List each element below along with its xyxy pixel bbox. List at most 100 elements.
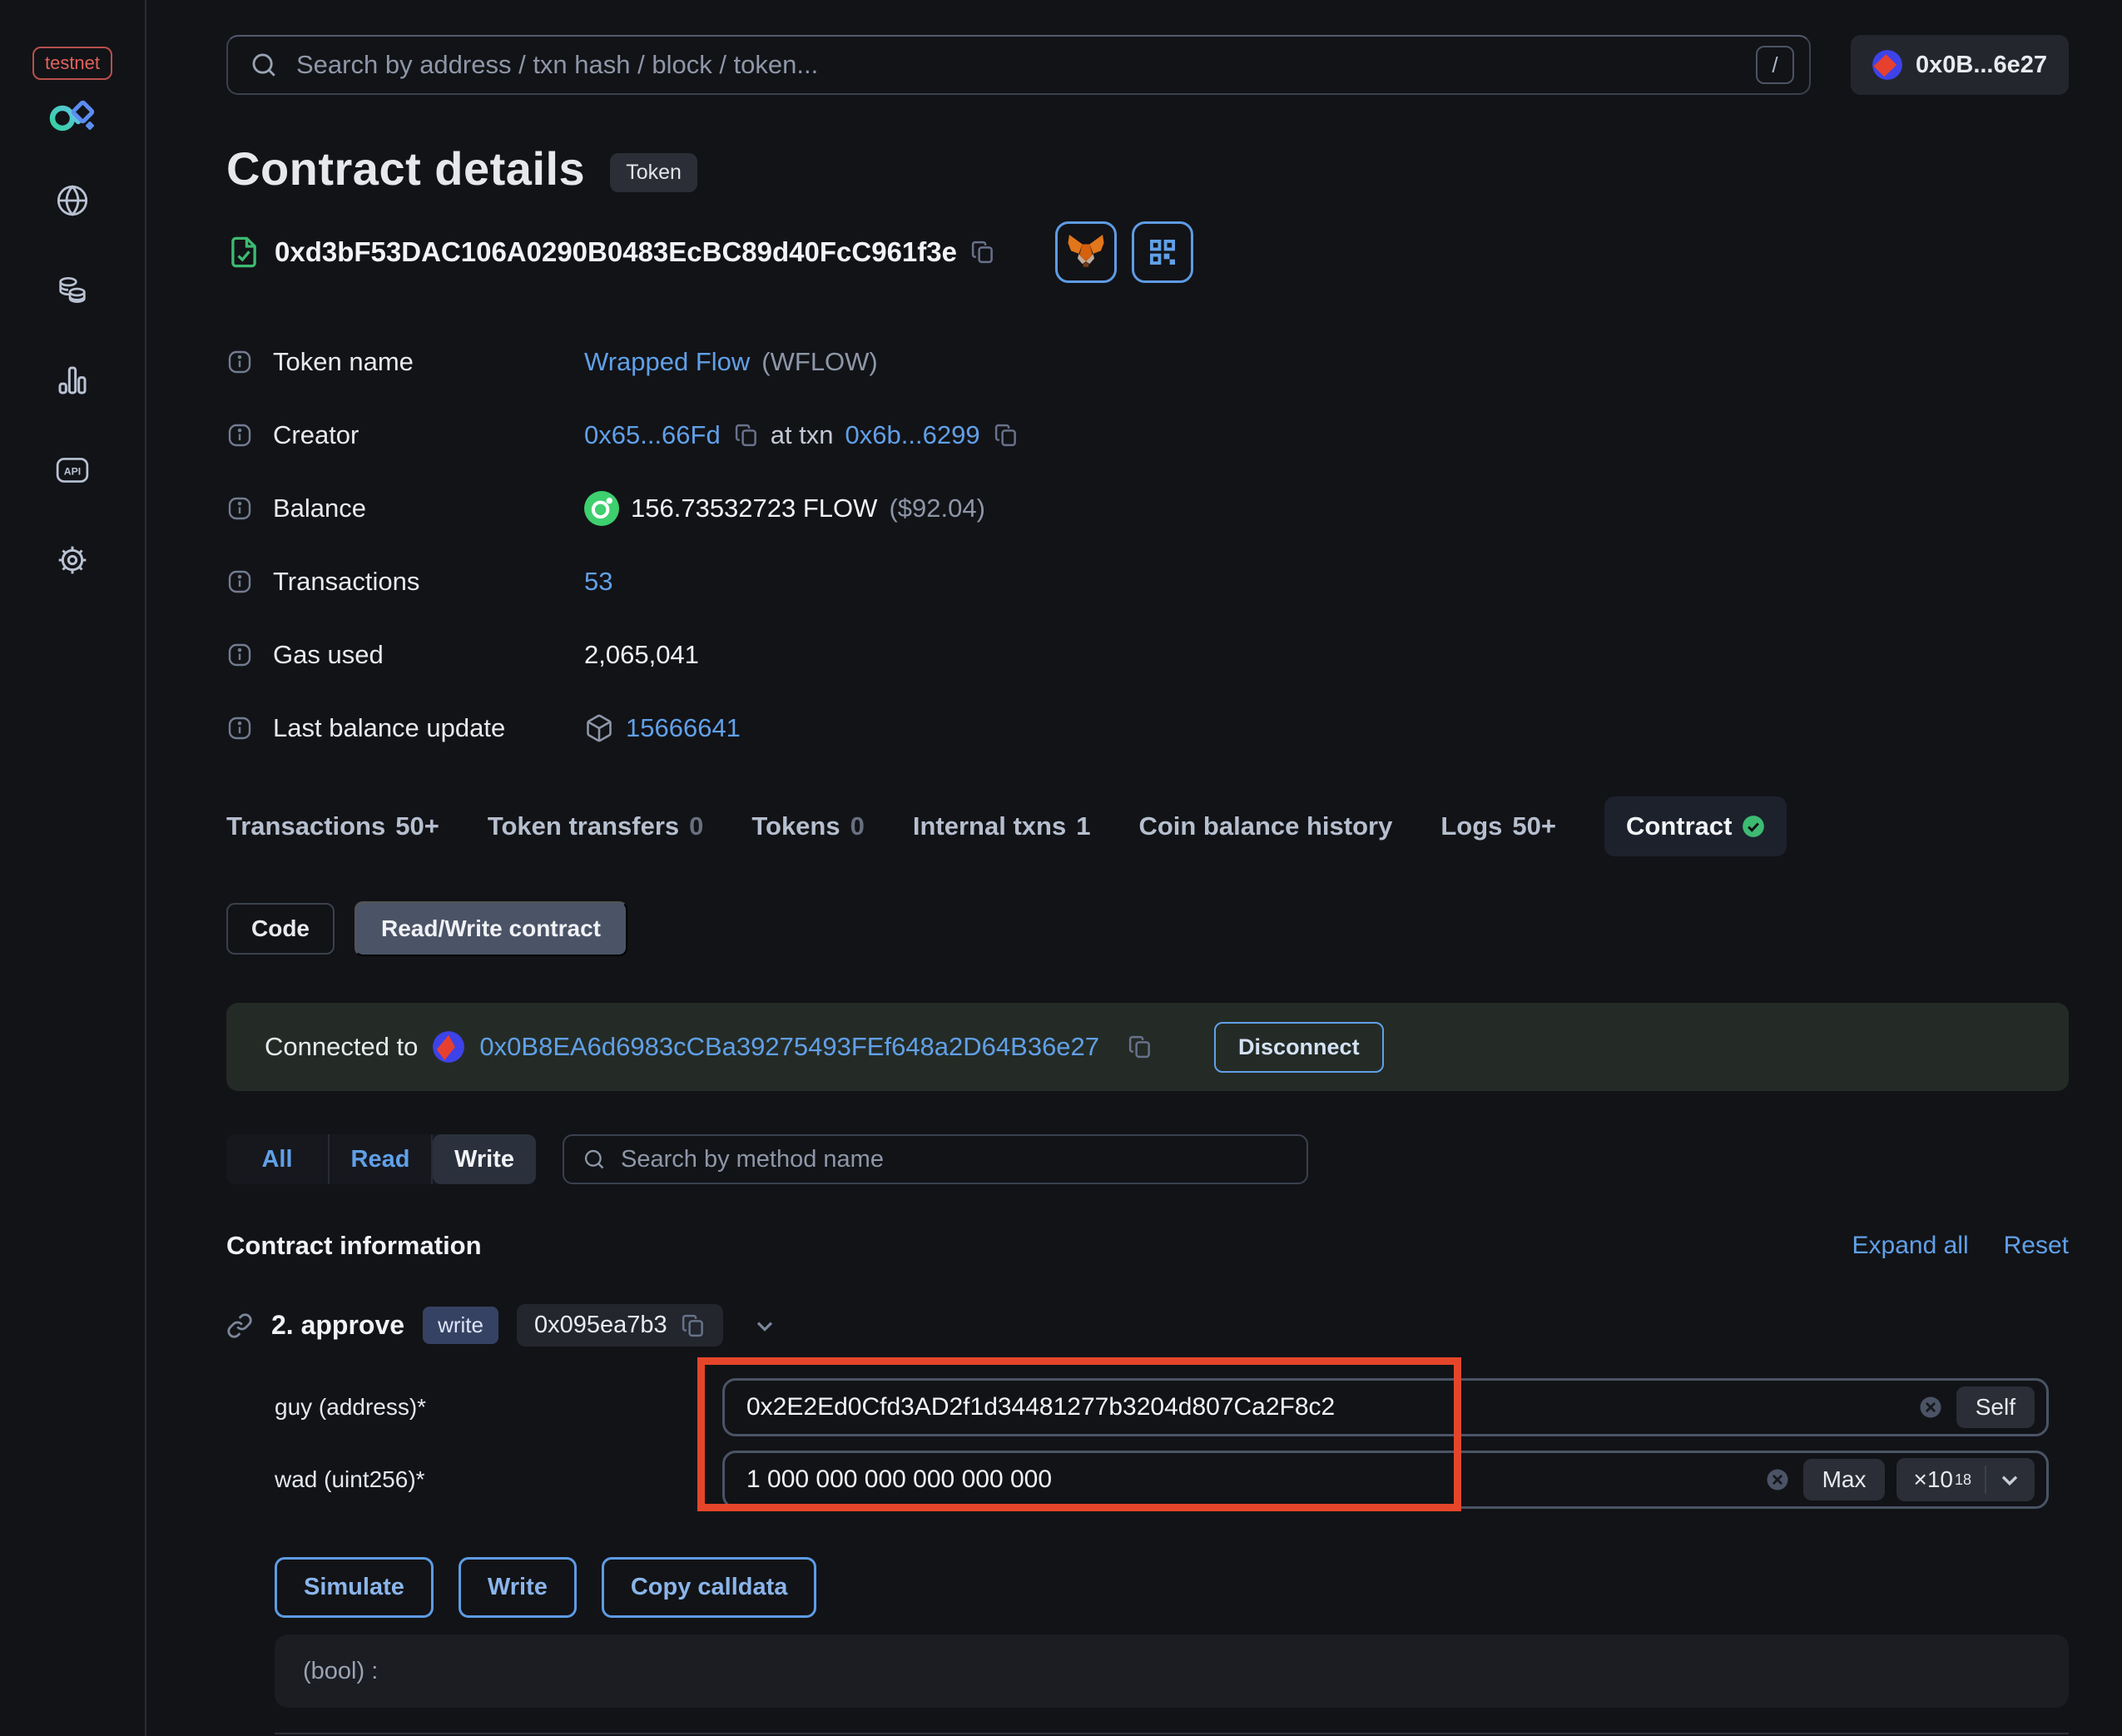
tab-coin-balance-history[interactable]: Coin balance history <box>1138 811 1392 841</box>
method-filter-row: All Read Write <box>226 1134 2069 1184</box>
filter-write[interactable]: Write <box>433 1134 536 1184</box>
anchor-link-icon[interactable] <box>226 1312 253 1339</box>
blockchain-icon[interactable] <box>55 183 90 218</box>
info-row-gas-used: Gas used 2,065,041 <box>226 635 2069 675</box>
block-cube-icon <box>584 713 614 743</box>
field-input-guy-box: Self <box>722 1378 2049 1436</box>
info-icon[interactable] <box>226 349 253 375</box>
title-row: Contract details Token <box>226 141 2069 196</box>
copy-address-icon[interactable] <box>970 240 995 265</box>
info-row-balance: Balance 156.73532723 FLOW ($92.04) <box>226 489 2069 528</box>
tab-transactions[interactable]: Transactions 50+ <box>226 811 439 841</box>
api-icon[interactable]: API <box>55 453 90 488</box>
tab-logs[interactable]: Logs 50+ <box>1440 811 1556 841</box>
copy-calldata-button[interactable]: Copy calldata <box>601 1557 817 1618</box>
tab-contract[interactable]: Contract <box>1604 796 1787 856</box>
info-row-creator: Creator 0x65...66Fd at txn 0x6b...6299 <box>226 415 2069 455</box>
simulate-button[interactable]: Simulate <box>275 1557 434 1618</box>
method-search[interactable] <box>563 1134 1308 1184</box>
clear-input-icon[interactable] <box>1918 1395 1943 1420</box>
main-content: / 0x0B...6e27 Contract details Token 0xd… <box>146 0 2122 1736</box>
copy-txn-icon[interactable] <box>994 423 1019 448</box>
method-output: (bool) : <box>275 1634 2069 1708</box>
method-selector-pill: 0x095ea7b3 <box>516 1304 723 1347</box>
block-number-link[interactable]: 15666641 <box>626 713 741 743</box>
connected-address[interactable]: 0x0B8EA6d6983cCBa39275493FEf648a2D64B36e… <box>479 1032 1099 1062</box>
method-actions: Simulate Write Copy calldata <box>275 1557 2069 1618</box>
contract-address-row: 0xd3bF53DAC106A0290B0483EcBC89d40FcC961f… <box>226 221 2069 284</box>
connected-banner: Connected to 0x0B8EA6d6983cCBa39275493FE… <box>226 1003 2069 1091</box>
copy-selector-icon[interactable] <box>681 1313 706 1338</box>
section-divider <box>275 1733 2069 1734</box>
account-button[interactable]: 0x0B...6e27 <box>1850 35 2069 95</box>
method-search-input[interactable] <box>621 1145 1288 1173</box>
tokens-icon[interactable] <box>55 273 90 308</box>
balance-usd: ($92.04) <box>889 494 985 523</box>
field-label-guy: guy (address)* <box>275 1394 427 1420</box>
filter-all[interactable]: All <box>226 1134 330 1184</box>
subtab-read-write[interactable]: Read/Write contract <box>354 901 627 956</box>
copy-creator-icon[interactable] <box>734 423 759 448</box>
contract-subtabs: Code Read/Write contract <box>226 901 2069 956</box>
info-icon[interactable] <box>226 642 253 668</box>
metamask-fox-icon <box>1068 234 1104 267</box>
global-search[interactable]: / <box>226 35 1811 95</box>
contract-type-badge: Token <box>610 153 697 192</box>
connected-avatar <box>433 1031 465 1063</box>
info-icon[interactable] <box>226 715 253 742</box>
app-logo-icon[interactable] <box>48 98 97 136</box>
info-icon[interactable] <box>226 422 253 449</box>
sidebar-nav: API <box>55 183 90 578</box>
sidebar: testnet API <box>0 0 146 1736</box>
multiplier-dropdown[interactable]: ×10 18 <box>1896 1458 2035 1501</box>
field-row-guy: guy (address)* Self <box>275 1378 2069 1436</box>
transactions-count-link[interactable]: 53 <box>584 567 612 597</box>
max-button[interactable]: Max <box>1802 1459 1886 1500</box>
search-shortcut-hint: / <box>1755 46 1794 84</box>
clear-input-icon[interactable] <box>1765 1467 1790 1492</box>
contract-information-header: Contract information Expand all Reset <box>226 1231 2069 1261</box>
self-button[interactable]: Self <box>1956 1386 2035 1428</box>
field-label-wad: wad (uint256)* <box>275 1466 425 1492</box>
info-row-transactions: Transactions 53 <box>226 562 2069 602</box>
field-input-wad-box: Max ×1018 <box>722 1451 2049 1509</box>
settings-gear-icon[interactable] <box>55 543 90 578</box>
field-input-wad[interactable] <box>746 1466 1765 1494</box>
verified-check-icon <box>1742 815 1765 838</box>
qr-code-button[interactable] <box>1131 221 1193 283</box>
method-approve-body: guy (address)* Self wad (uint256)* Max ×… <box>275 1378 2069 1734</box>
search-input[interactable] <box>296 50 1756 80</box>
section-title: Contract information <box>226 1231 482 1260</box>
method-approve-header[interactable]: 2. approve write 0x095ea7b3 <box>226 1304 2069 1347</box>
token-link[interactable]: Wrapped Flow <box>584 347 750 377</box>
read-write-segmented-control: All Read Write <box>226 1134 536 1184</box>
subtab-code[interactable]: Code <box>226 903 335 955</box>
svg-text:API: API <box>64 465 81 477</box>
account-avatar <box>1872 50 1902 80</box>
verified-contract-icon <box>226 235 261 270</box>
filter-read[interactable]: Read <box>330 1134 433 1184</box>
creation-txn-link[interactable]: 0x6b...6299 <box>845 420 980 450</box>
info-icon[interactable] <box>226 568 253 595</box>
creator-address-link[interactable]: 0x65...66Fd <box>584 420 721 450</box>
tab-tokens[interactable]: Tokens 0 <box>751 811 864 841</box>
flow-coin-icon <box>584 491 619 526</box>
account-address: 0x0B...6e27 <box>1915 51 2047 78</box>
reset-link[interactable]: Reset <box>2004 1232 2069 1260</box>
copy-connected-icon[interactable] <box>1128 1034 1153 1059</box>
expand-all-link[interactable]: Expand all <box>1852 1232 1969 1260</box>
page-title: Contract details <box>226 142 586 195</box>
info-icon[interactable] <box>226 495 253 522</box>
qr-code-icon <box>1149 240 1175 265</box>
tab-internal-txns[interactable]: Internal txns 1 <box>913 811 1091 841</box>
disconnect-button[interactable]: Disconnect <box>1214 1021 1384 1073</box>
collapse-chevron-icon[interactable] <box>751 1312 778 1339</box>
search-icon <box>252 53 275 77</box>
tab-token-transfers[interactable]: Token transfers 0 <box>488 811 704 841</box>
charts-stats-icon[interactable] <box>55 363 90 398</box>
write-button[interactable]: Write <box>458 1557 577 1618</box>
field-row-wad: wad (uint256)* Max ×1018 <box>275 1451 2069 1509</box>
add-to-metamask-button[interactable] <box>1054 221 1117 283</box>
field-input-guy[interactable] <box>746 1393 1918 1421</box>
network-badge: testnet <box>32 47 113 80</box>
